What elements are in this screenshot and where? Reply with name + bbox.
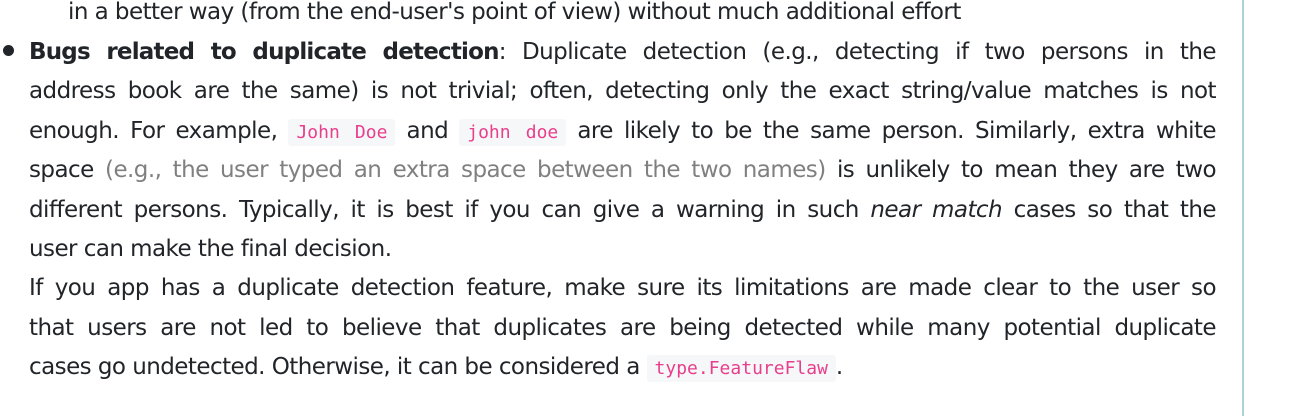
paragraph-line: cases go undetected. Otherwise, it can b… bbox=[29, 348, 1216, 387]
bug-category-heading: Bugs related to duplicate detection bbox=[29, 39, 500, 65]
inline-code: type.FeatureFlaw bbox=[646, 355, 836, 382]
text: cases so that the bbox=[1013, 197, 1217, 223]
text: address book are the same) is not trivia… bbox=[29, 78, 1217, 104]
paragraph-line: user can make the final decision. bbox=[29, 230, 1216, 269]
text: space bbox=[29, 157, 94, 183]
paragraph-line: enough. For example, John Doe and john d… bbox=[29, 112, 1217, 151]
text: are likely to be the same person. Simila… bbox=[577, 118, 1217, 144]
text: . bbox=[835, 354, 843, 380]
paragraph-line: different persons. Typically, it is best… bbox=[29, 191, 1217, 230]
inline-code: john doe bbox=[459, 119, 567, 146]
text: that users are not led to believe that d… bbox=[29, 315, 1217, 341]
text: If you app has a duplicate detection fea… bbox=[29, 275, 1217, 301]
paragraph-line: If you app has a duplicate detection fea… bbox=[29, 269, 1217, 308]
text: enough. For example, bbox=[29, 118, 278, 144]
text: : Duplicate detection (e.g., detecting i… bbox=[498, 39, 1217, 65]
text: user can make the final decision. bbox=[29, 236, 392, 262]
text: different persons. Typically, it is best… bbox=[29, 197, 859, 223]
document-page: in a better way (from the end-user's poi… bbox=[0, 0, 1242, 416]
paragraph-line: in a better way (from the end-user's poi… bbox=[68, 0, 1218, 32]
paragraph-line: space (e.g., the user typed an extra spa… bbox=[29, 151, 1217, 190]
text: is unlikely to mean they are two bbox=[836, 157, 1217, 183]
bullet-icon bbox=[3, 45, 14, 56]
paragraph-line: Bugs related to duplicate detection: Dup… bbox=[29, 33, 1217, 72]
text: in a better way (from the end-user's poi… bbox=[68, 0, 961, 25]
emphasis-text: near match bbox=[870, 197, 1003, 223]
paragraph-line: address book are the same) is not trivia… bbox=[29, 72, 1217, 111]
inline-code: John Doe bbox=[288, 119, 396, 146]
content-border bbox=[1242, 0, 1244, 416]
text: cases go undetected. Otherwise, it can b… bbox=[29, 354, 640, 380]
text: and bbox=[406, 118, 449, 144]
paragraph-line: that users are not led to believe that d… bbox=[29, 309, 1217, 348]
muted-text: (e.g., the user typed an extra space bet… bbox=[105, 157, 826, 183]
